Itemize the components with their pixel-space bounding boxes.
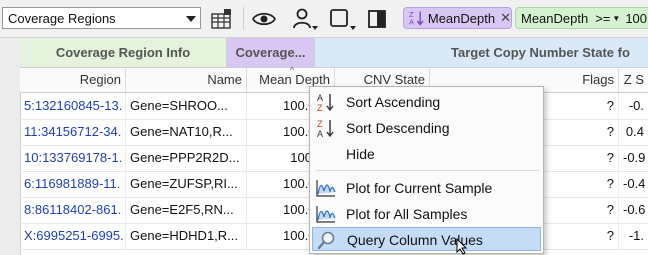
sort-indicator-icon: ^ [290, 65, 295, 75]
chevron-down-icon [186, 16, 196, 22]
visibility-button[interactable] [250, 6, 278, 32]
cell-region[interactable]: X:6995251-6995. [20, 223, 126, 249]
cell-region[interactable]: 11:34156712-34. [20, 119, 126, 145]
cell-name: Gene=PPP2R2D... [126, 145, 247, 171]
menu-item-label: Sort Descending [346, 120, 450, 136]
cell-z-score: 0.4 [625, 124, 644, 139]
group-header-coverage[interactable]: Coverage... [227, 38, 315, 68]
svg-text:Z: Z [317, 119, 323, 129]
chevron-down-icon[interactable]: ▼ [612, 14, 620, 23]
cell-name: Gene=ZUFSP,RI... [126, 171, 247, 197]
menu-item-label: Sort Ascending [346, 94, 441, 110]
sample-button[interactable] [290, 6, 320, 32]
cell-name: Gene=E2F5,RN... [126, 197, 247, 223]
menu-item-label: Hide [346, 146, 375, 162]
column-chooser-icon [211, 9, 231, 29]
toolbar: Coverage Regions Z A MeanDepth ✕ MeanDep… [0, 0, 648, 38]
panel-toggle-button[interactable] [365, 6, 389, 32]
menu-item-hide[interactable]: Hide [312, 142, 541, 166]
menu-item-plot-current-sample[interactable]: Plot for Current Sample [312, 176, 541, 200]
menu-item-sort-ascending[interactable]: A Z Sort Ascending [312, 90, 541, 114]
selection-button[interactable] [328, 6, 358, 32]
cell-z-score: -0. [628, 98, 644, 113]
row-gutter [0, 38, 21, 255]
column-context-menu: A Z Sort Ascending Z A Sort Descending H… [309, 86, 544, 254]
cell-region[interactable]: 10:133769178-1. [20, 145, 126, 171]
group-header-coverage-region-info[interactable]: Coverage Region Info [20, 38, 227, 68]
menu-item-label: Plot for Current Sample [346, 180, 493, 196]
sort-descending-icon: Z A [409, 10, 424, 27]
toolbar-divider [243, 7, 244, 30]
column-header-mean-depth-label: Mean Depth [259, 72, 330, 87]
filter-operator[interactable]: >= [595, 11, 610, 26]
column-header-z-score[interactable]: Z S [619, 68, 648, 92]
column-header-region[interactable]: Region [20, 68, 126, 92]
close-icon[interactable]: ✕ [500, 10, 511, 26]
svg-text:Z: Z [317, 103, 323, 112]
sort-ascending-icon: A Z [315, 92, 337, 112]
menu-item-plot-all-samples[interactable]: Plot for All Samples [312, 202, 541, 226]
menu-separator [316, 170, 539, 171]
menu-item-sort-descending[interactable]: Z A Sort Descending [312, 116, 541, 140]
svg-text:A: A [317, 129, 323, 138]
filter-value[interactable]: 100 [625, 11, 647, 26]
column-header-name[interactable]: Name [126, 68, 247, 92]
sort-chip-label: MeanDepth [427, 10, 496, 26]
panel-toggle-icon [368, 10, 386, 28]
menu-item-query-column-values[interactable]: Query Column Values [312, 227, 541, 251]
cell-z-score: -1. [628, 228, 644, 243]
sort-descending-icon: Z A [315, 118, 337, 138]
svg-text:A: A [409, 18, 414, 27]
plot-icon [315, 204, 337, 224]
filter-field: MeanDepth [521, 10, 589, 26]
person-icon [293, 8, 318, 30]
cell-z-score: -0.9 [623, 150, 646, 165]
cell-z-score: -0.4 [623, 176, 646, 191]
cell-region[interactable]: 6:116981889-11. [20, 171, 126, 197]
plot-icon [315, 178, 337, 198]
cell-name: Gene=NAT10,R... [126, 119, 247, 145]
svg-text:A: A [317, 93, 323, 103]
cell-region[interactable]: 8:86118402-861. [20, 197, 126, 223]
column-chooser-button[interactable] [208, 6, 234, 32]
view-select[interactable]: Coverage Regions [2, 7, 201, 29]
view-select-value: Coverage Regions [8, 11, 116, 26]
cell-region[interactable]: 5:132160845-13. [20, 93, 126, 119]
menu-item-label: Plot for All Samples [346, 206, 468, 222]
magnifier-icon [316, 230, 338, 250]
filter-chip[interactable]: MeanDepth >= ▼ 100 [515, 7, 648, 29]
cell-name: Gene=HDHD1,R... [126, 223, 247, 249]
sort-chip[interactable]: Z A MeanDepth ✕ [403, 7, 512, 29]
mouse-cursor-icon [456, 238, 468, 255]
cell-name: Gene=SHROO... [126, 93, 247, 119]
square-select-icon [330, 9, 356, 30]
cell-z-score: -0.6 [623, 202, 646, 217]
eye-icon [252, 12, 276, 26]
group-header-target-copy-number[interactable]: Target Copy Number State fo [315, 38, 648, 68]
column-group-row: Coverage Region Info Coverage... Target … [20, 38, 648, 68]
